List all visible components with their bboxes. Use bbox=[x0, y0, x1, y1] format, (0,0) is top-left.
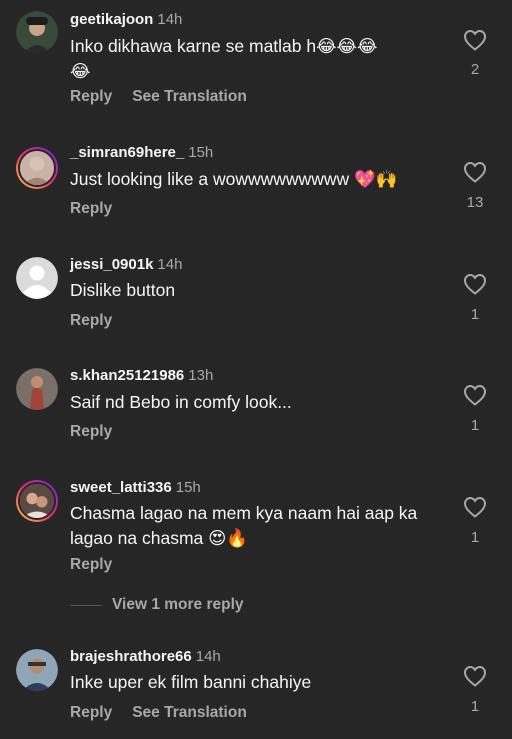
avatar[interactable] bbox=[16, 11, 58, 53]
reply-button[interactable]: Reply bbox=[70, 704, 112, 721]
like-button[interactable] bbox=[462, 161, 488, 183]
comment-line: Inke uper ek film banni chahiye bbox=[70, 672, 312, 692]
comment-text: Chasma lagao na mem kya naam hai aap ka … bbox=[70, 501, 450, 551]
comment-line: Dislike button bbox=[70, 280, 176, 300]
comment-text: Inko dikhawa karne se matlab h😂😂😂 😂 bbox=[70, 34, 450, 84]
username[interactable]: sweet_latti336 bbox=[70, 479, 172, 496]
username[interactable]: s.khan25121986 bbox=[70, 367, 184, 384]
comment-meta: sweet_latti336 15h bbox=[70, 479, 201, 496]
reply-button[interactable]: Reply bbox=[70, 88, 112, 105]
avatar[interactable] bbox=[16, 368, 58, 410]
reply-button[interactable]: Reply bbox=[70, 556, 112, 573]
timestamp: 14h bbox=[157, 256, 183, 273]
avatar[interactable] bbox=[16, 147, 58, 189]
comment-actions: Reply See Translation bbox=[70, 88, 247, 106]
timestamp: 14h bbox=[195, 648, 221, 665]
comment-meta: jessi_0901k 14h bbox=[70, 256, 182, 273]
heart-icon bbox=[463, 384, 487, 406]
comment-actions: Reply bbox=[70, 312, 112, 330]
comment-line: Inko dikhawa karne se matlab h😂😂😂 bbox=[70, 36, 378, 56]
comment-meta: _simran69here_ 15h bbox=[70, 144, 213, 161]
view-more-label: View 1 more reply bbox=[112, 596, 244, 613]
reply-button[interactable]: Reply bbox=[70, 200, 112, 217]
comment-meta: geetikajoon 14h bbox=[70, 11, 182, 28]
comment-meta: brajeshrathore66 14h bbox=[70, 648, 221, 665]
timestamp: 15h bbox=[175, 479, 201, 496]
see-translation-button[interactable]: See Translation bbox=[132, 88, 247, 105]
username[interactable]: geetikajoon bbox=[70, 11, 153, 28]
comment-actions: Reply See Translation bbox=[70, 704, 247, 722]
like-button[interactable] bbox=[462, 496, 488, 518]
like-button[interactable] bbox=[462, 665, 488, 687]
comment-line: Just looking like a wowwwwwwwww 💖🙌 bbox=[70, 169, 398, 189]
heart-icon bbox=[463, 665, 487, 687]
default-avatar-icon bbox=[16, 257, 58, 299]
comment-actions: Reply bbox=[70, 200, 112, 218]
timestamp: 15h bbox=[188, 144, 214, 161]
comment-line: 😂 bbox=[70, 61, 91, 81]
comment-actions: Reply bbox=[70, 556, 112, 574]
timestamp: 14h bbox=[157, 11, 183, 28]
comment-text: Saif nd Bebo in comfy look... bbox=[70, 390, 450, 415]
like-count: 1 bbox=[470, 698, 480, 715]
reply-button[interactable]: Reply bbox=[70, 312, 112, 329]
heart-icon bbox=[463, 161, 487, 183]
like-count: 1 bbox=[470, 306, 480, 323]
comment-actions: Reply bbox=[70, 423, 112, 441]
like-count: 2 bbox=[470, 61, 480, 78]
heart-icon bbox=[463, 273, 487, 295]
comment-line: Chasma lagao na mem kya naam hai aap ka bbox=[70, 503, 418, 523]
like-button[interactable] bbox=[462, 29, 488, 51]
comment-text: Inke uper ek film banni chahiye bbox=[70, 670, 450, 695]
reply-button[interactable]: Reply bbox=[70, 423, 112, 440]
view-more-replies-button[interactable]: View 1 more reply bbox=[70, 596, 244, 614]
username[interactable]: brajeshrathore66 bbox=[70, 648, 192, 665]
heart-icon bbox=[463, 29, 487, 51]
like-count: 1 bbox=[470, 417, 480, 434]
like-count: 1 bbox=[470, 529, 480, 546]
username[interactable]: _simran69here_ bbox=[70, 144, 184, 161]
heart-icon bbox=[463, 496, 487, 518]
avatar[interactable] bbox=[16, 480, 58, 522]
like-button[interactable] bbox=[462, 273, 488, 295]
avatar[interactable] bbox=[16, 257, 58, 299]
like-button[interactable] bbox=[462, 384, 488, 406]
see-translation-button[interactable]: See Translation bbox=[132, 704, 247, 721]
reply-thread-line bbox=[70, 604, 102, 606]
like-count: 13 bbox=[466, 194, 484, 211]
comment-text: Dislike button bbox=[70, 278, 450, 303]
comment-text: Just looking like a wowwwwwwwww 💖🙌 bbox=[70, 167, 450, 192]
comment-line: Saif nd Bebo in comfy look... bbox=[70, 392, 292, 412]
comment-meta: s.khan25121986 13h bbox=[70, 367, 213, 384]
comment-line: lagao na chasma 😍🔥 bbox=[70, 528, 249, 548]
username[interactable]: jessi_0901k bbox=[70, 256, 153, 273]
avatar[interactable] bbox=[16, 649, 58, 691]
timestamp: 13h bbox=[188, 367, 214, 384]
